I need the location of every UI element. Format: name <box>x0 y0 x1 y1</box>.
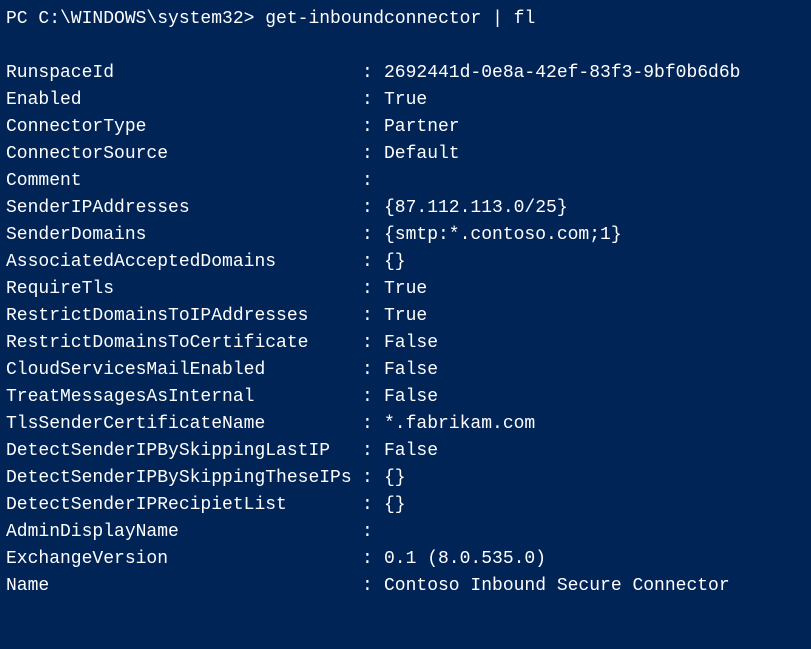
property-name: RestrictDomainsToCertificate <box>6 330 362 357</box>
property-value: {smtp:*.contoso.com;1} <box>384 222 622 249</box>
property-name: RestrictDomainsToIPAddresses <box>6 303 362 330</box>
property-value: Default <box>384 141 460 168</box>
separator: : <box>362 519 384 546</box>
separator: : <box>362 141 384 168</box>
output-row: SenderIPAddresses: {87.112.113.0/25} <box>6 195 805 222</box>
property-value: True <box>384 87 427 114</box>
output-row: TreatMessagesAsInternal: False <box>6 384 805 411</box>
property-name: RequireTls <box>6 276 362 303</box>
output-row: CloudServicesMailEnabled: False <box>6 357 805 384</box>
property-name: DetectSenderIPBySkippingLastIP <box>6 438 362 465</box>
property-name: SenderDomains <box>6 222 362 249</box>
property-name: Name <box>6 573 362 600</box>
separator: : <box>362 384 384 411</box>
separator: : <box>362 411 384 438</box>
property-value: False <box>384 384 438 411</box>
output-row: Enabled: True <box>6 87 805 114</box>
output-row: ConnectorType: Partner <box>6 114 805 141</box>
output-row: DetectSenderIPBySkippingTheseIPs: {} <box>6 465 805 492</box>
property-name: DetectSenderIPBySkippingTheseIPs <box>6 465 362 492</box>
property-name: Comment <box>6 168 362 195</box>
property-value: 2692441d-0e8a-42ef-83f3-9bf0b6d6b <box>384 60 740 87</box>
separator: : <box>362 249 384 276</box>
separator: : <box>362 276 384 303</box>
separator: : <box>362 438 384 465</box>
output-row: AssociatedAcceptedDomains: {} <box>6 249 805 276</box>
property-name: AssociatedAcceptedDomains <box>6 249 362 276</box>
output-row: TlsSenderCertificateName: *.fabrikam.com <box>6 411 805 438</box>
property-value: False <box>384 438 438 465</box>
property-value: {} <box>384 465 406 492</box>
property-value: True <box>384 303 427 330</box>
property-value: True <box>384 276 427 303</box>
output-row: DetectSenderIPBySkippingLastIP: False <box>6 438 805 465</box>
property-value: 0.1 (8.0.535.0) <box>384 546 546 573</box>
separator: : <box>362 573 384 600</box>
property-name: TreatMessagesAsInternal <box>6 384 362 411</box>
property-value: {87.112.113.0/25} <box>384 195 568 222</box>
separator: : <box>362 195 384 222</box>
property-name: Enabled <box>6 87 362 114</box>
powershell-terminal[interactable]: PC C:\WINDOWS\system32> get-inboundconne… <box>0 0 811 600</box>
property-name: RunspaceId <box>6 60 362 87</box>
prompt-line: PC C:\WINDOWS\system32> get-inboundconne… <box>6 6 805 33</box>
separator: : <box>362 114 384 141</box>
property-name: TlsSenderCertificateName <box>6 411 362 438</box>
separator: : <box>362 222 384 249</box>
property-value: False <box>384 330 438 357</box>
property-name: ExchangeVersion <box>6 546 362 573</box>
separator: : <box>362 465 384 492</box>
output-row: AdminDisplayName: <box>6 519 805 546</box>
property-name: SenderIPAddresses <box>6 195 362 222</box>
output-row: RestrictDomainsToIPAddresses: True <box>6 303 805 330</box>
separator: : <box>362 303 384 330</box>
property-name: AdminDisplayName <box>6 519 362 546</box>
property-value: {} <box>384 492 406 519</box>
output-list: RunspaceId: 2692441d-0e8a-42ef-83f3-9bf0… <box>6 60 805 600</box>
output-row: SenderDomains: {smtp:*.contoso.com;1} <box>6 222 805 249</box>
property-name: DetectSenderIPRecipietList <box>6 492 362 519</box>
property-value: *.fabrikam.com <box>384 411 535 438</box>
property-value: {} <box>384 249 406 276</box>
separator: : <box>362 357 384 384</box>
separator: : <box>362 492 384 519</box>
output-row: Comment: <box>6 168 805 195</box>
separator: : <box>362 87 384 114</box>
output-row: DetectSenderIPRecipietList: {} <box>6 492 805 519</box>
property-value: False <box>384 357 438 384</box>
separator: : <box>362 330 384 357</box>
output-row: ExchangeVersion: 0.1 (8.0.535.0) <box>6 546 805 573</box>
separator: : <box>362 60 384 87</box>
property-name: ConnectorType <box>6 114 362 141</box>
output-row: RestrictDomainsToCertificate: False <box>6 330 805 357</box>
separator: : <box>362 546 384 573</box>
property-name: CloudServicesMailEnabled <box>6 357 362 384</box>
property-name: ConnectorSource <box>6 141 362 168</box>
output-row: RequireTls: True <box>6 276 805 303</box>
property-value: Partner <box>384 114 460 141</box>
separator: : <box>362 168 384 195</box>
output-row: RunspaceId: 2692441d-0e8a-42ef-83f3-9bf0… <box>6 60 805 87</box>
output-row: Name: Contoso Inbound Secure Connector <box>6 573 805 600</box>
output-row: ConnectorSource: Default <box>6 141 805 168</box>
property-value: Contoso Inbound Secure Connector <box>384 573 730 600</box>
